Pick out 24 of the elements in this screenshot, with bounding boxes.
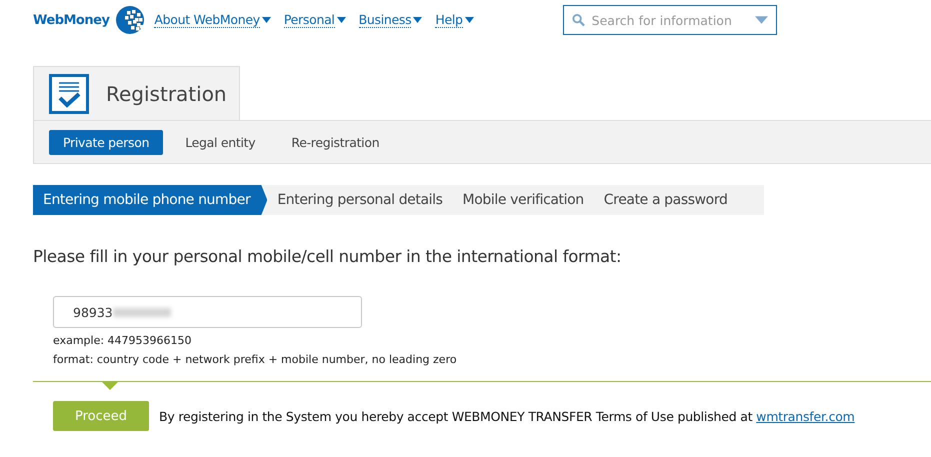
step-item: Create a password [602,191,728,210]
step-item: Entering mobile phone number [33,185,268,215]
logo-globe-icon [115,5,146,35]
logo-text[interactable]: WebMoney [33,12,110,28]
type-tab[interactable]: Re-registration [277,130,394,154]
search-field[interactable]: Search for information [562,5,777,35]
dropdown-icon [754,16,768,24]
nav-link[interactable]: Help [435,12,474,28]
search-icon [572,13,585,27]
phone-field[interactable]: 98933 [53,296,362,328]
hint-text: format: country code + network prefix + mobile number, no leading zero [53,353,458,366]
prompt-text: Please fill in your personal mobile/cell number in the international format: [33,247,622,266]
hint-text: example: 447953966150 [53,334,193,347]
type-tab[interactable]: Legal entity [171,130,270,154]
terms-text: By registering in the System you hereby accept WEBMONEY TRANSFER Terms of Use published at wmtransfer.com [159,408,855,424]
type-tab[interactable]: Private person [49,130,164,154]
terms-link[interactable]: wmtransfer.com [756,408,855,424]
nav-link[interactable]: About WebMoney [154,12,271,28]
nav-link[interactable]: Personal [284,12,346,28]
checklist-icon [49,74,89,114]
page-title: Registration [106,82,227,106]
step-item: Entering personal details [276,191,444,210]
step-item: Mobile verification [462,191,585,210]
nav-link[interactable]: Business [358,12,422,28]
